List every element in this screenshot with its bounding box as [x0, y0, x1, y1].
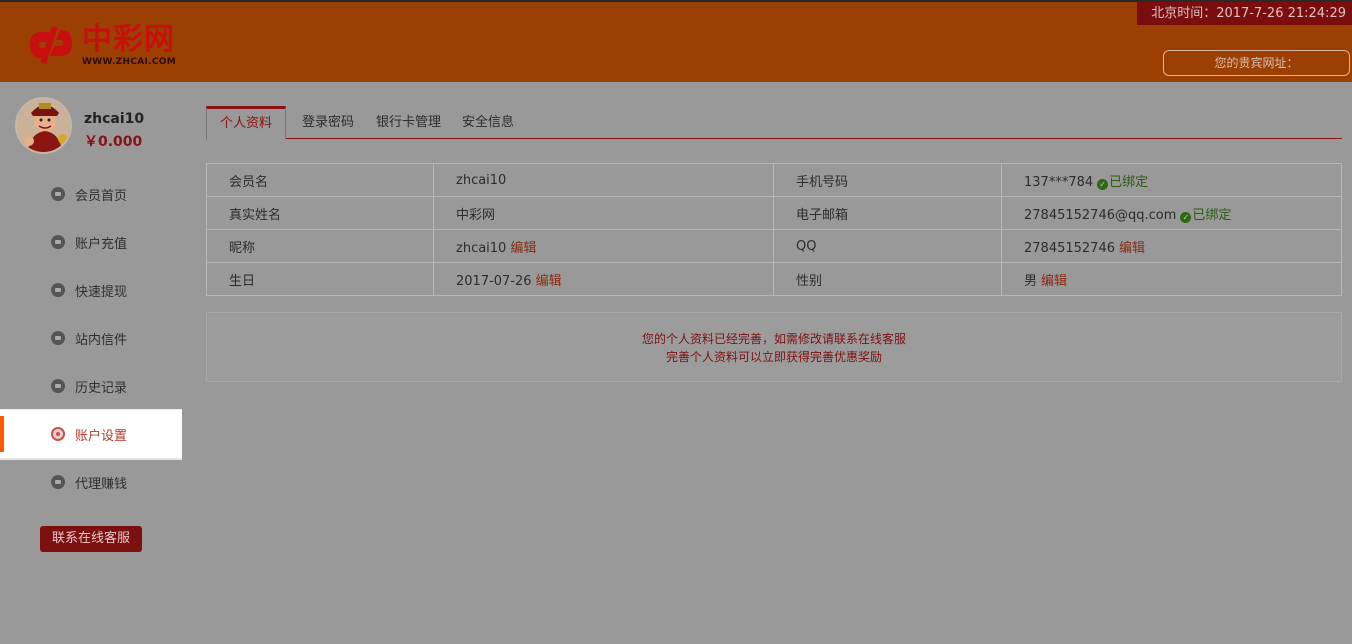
label-gender: 性别 — [773, 262, 1002, 296]
site-logo[interactable]: 中彩网 WWW.ZHCAI.COM — [26, 22, 186, 70]
sidebar-item-messages[interactable]: 站内信件 — [0, 314, 182, 362]
label-birthday: 生日 — [206, 262, 434, 296]
username: zhcai10 — [84, 111, 145, 127]
sidebar-item-label: 代理赚钱 — [75, 476, 128, 492]
avatar-image-icon — [17, 99, 70, 152]
sidebar-item-history[interactable]: 历史记录 — [0, 362, 182, 410]
tab-bar: 个人资料 登录密码 银行卡管理 安全信息 — [206, 106, 1342, 140]
edit-birthday-link[interactable]: 编辑 — [536, 274, 562, 289]
agent-icon — [51, 475, 65, 489]
label-phone: 手机号码 — [773, 163, 1002, 197]
email-bound-badge: ✓ 已绑定 — [1180, 208, 1231, 223]
sidebar-menu: 会员首页 账户充值 快速提现 站内信件 历史记录 账户设置 代理赚钱 — [0, 170, 182, 506]
label-nickname: 昵称 — [206, 229, 434, 263]
tab-login-password[interactable]: 登录密码 — [302, 106, 354, 139]
tab-profile[interactable]: 个人资料 — [206, 106, 286, 140]
label-qq: QQ — [773, 229, 1002, 263]
sidebar-item-label: 快速提现 — [75, 284, 128, 300]
label-email: 电子邮箱 — [773, 196, 1002, 230]
sidebar-item-label: 站内信件 — [75, 332, 128, 348]
profile-complete-notice: 您的个人资料已经完善，如需修改请联系在线客服 完善个人资料可以立即获得完善优惠奖… — [206, 312, 1342, 382]
home-icon — [51, 187, 65, 201]
value-member-name: zhcai10 — [433, 163, 774, 197]
value-qq: 27845152746 — [1024, 240, 1115, 256]
value-real-name: 中彩网 — [433, 196, 774, 230]
wallet-icon — [51, 235, 65, 249]
profile-table: 会员名 zhcai10 手机号码 137***784 ✓ 已绑定 真实姓名 中彩网 … — [206, 163, 1342, 296]
tab-bank-card[interactable]: 银行卡管理 — [376, 106, 441, 139]
settings-icon — [51, 427, 65, 441]
notice-line-2: 完善个人资料可以立即获得完善优惠奖励 — [665, 350, 882, 364]
vip-url-box[interactable]: 您的贵宾网址： — [1163, 50, 1350, 76]
edit-gender-link[interactable]: 编辑 — [1041, 274, 1067, 289]
sidebar-item-label: 历史记录 — [75, 380, 128, 396]
sidebar: zhcai10 ￥0.000 会员首页 账户充值 快速提现 站内信件 历史记录 … — [0, 82, 182, 644]
edit-qq-link[interactable]: 编辑 — [1119, 241, 1145, 256]
sidebar-item-label: 会员首页 — [75, 188, 128, 204]
value-gender: 男 — [1024, 273, 1038, 289]
sidebar-item-label: 账户充值 — [75, 236, 128, 252]
cell-qq: 27845152746 编辑 — [1001, 229, 1342, 263]
contact-service-button[interactable]: 联系在线客服 — [40, 526, 142, 552]
logo-url: WWW.ZHCAI.COM — [82, 57, 176, 67]
sidebar-item-withdraw[interactable]: 快速提现 — [0, 266, 182, 314]
mail-icon — [51, 331, 65, 345]
cell-email: 27845152746@qq.com ✓ 已绑定 — [1001, 196, 1342, 230]
cell-phone: 137***784 ✓ 已绑定 — [1001, 163, 1342, 197]
tab-security-info[interactable]: 安全信息 — [462, 106, 514, 139]
bound-label: 已绑定 — [1192, 207, 1232, 223]
top-header: 中彩网 WWW.ZHCAI.COM 北京时间：2017-7-26 21:24:2… — [0, 0, 1352, 82]
main-content: 个人资料 登录密码 银行卡管理 安全信息 会员名 zhcai10 手机号码 13… — [182, 82, 1352, 644]
beijing-time: 北京时间：2017-7-26 21:24:29 — [1137, 2, 1352, 25]
cell-gender: 男编辑 — [1001, 262, 1342, 296]
table-row: 生日 2017-07-26 编辑 性别 男编辑 — [206, 262, 1342, 296]
balance: ￥0.000 — [84, 134, 143, 150]
table-row: 昵称 zhcai10 编辑 QQ 27845152746 编辑 — [206, 229, 1342, 263]
cell-nickname: zhcai10 编辑 — [433, 229, 774, 263]
sidebar-item-account-settings[interactable]: 账户设置 — [0, 410, 182, 458]
table-row: 会员名 zhcai10 手机号码 137***784 ✓ 已绑定 — [206, 163, 1342, 197]
logo-name: 中彩网 — [82, 22, 175, 57]
value-email: 27845152746@qq.com — [1024, 207, 1177, 223]
table-row: 真实姓名 中彩网 电子邮箱 27845152746@qq.com ✓ 已绑定 — [206, 196, 1342, 230]
check-icon: ✓ — [1097, 178, 1109, 190]
value-birthday: 2017-07-26 — [456, 273, 532, 289]
sidebar-item-agent[interactable]: 代理赚钱 — [0, 458, 182, 506]
phone-bound-badge: ✓ 已绑定 — [1097, 175, 1148, 190]
cell-birthday: 2017-07-26 编辑 — [433, 262, 774, 296]
sidebar-item-recharge[interactable]: 账户充值 — [0, 218, 182, 266]
logo-mark-icon — [30, 26, 72, 64]
clock-icon — [51, 379, 65, 393]
sidebar-item-home[interactable]: 会员首页 — [0, 170, 182, 218]
check-icon: ✓ — [1180, 211, 1192, 223]
label-real-name: 真实姓名 — [206, 196, 434, 230]
notice-line-1: 您的个人资料已经完善，如需修改请联系在线客服 — [641, 332, 906, 346]
value-nickname: zhcai10 — [456, 240, 507, 256]
value-phone: 137***784 — [1024, 174, 1094, 190]
sidebar-item-label: 账户设置 — [75, 428, 128, 444]
bound-label: 已绑定 — [1109, 174, 1149, 190]
edit-nickname-link[interactable]: 编辑 — [510, 241, 536, 256]
avatar[interactable] — [15, 97, 72, 154]
label-member-name: 会员名 — [206, 163, 434, 197]
withdraw-icon — [51, 283, 65, 297]
